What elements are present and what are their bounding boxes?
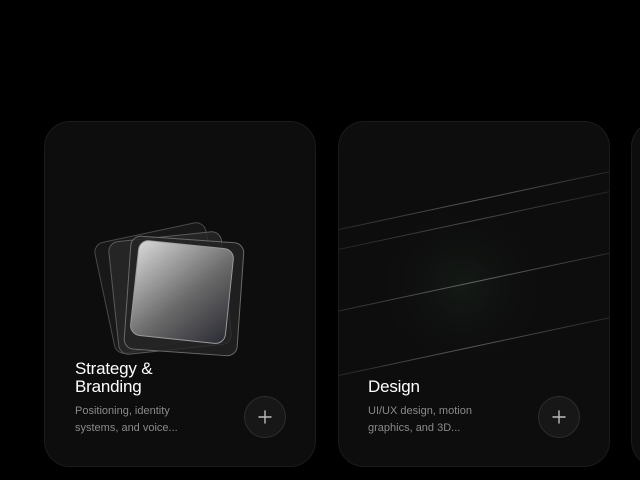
card-title-line: Design — [368, 377, 420, 396]
card-description-line: graphics, and 3D... — [368, 422, 461, 434]
services-carousel: Strategy & Branding Positioning, identit… — [0, 0, 640, 480]
card-title: Strategy & Branding — [75, 359, 153, 396]
service-card-next[interactable] — [631, 121, 640, 467]
card-title-line: Branding — [75, 377, 142, 396]
expand-button[interactable] — [244, 396, 286, 438]
expand-button[interactable] — [538, 396, 580, 438]
card-description: UI/UX design, motion graphics, and 3D... — [368, 403, 508, 437]
service-card-design[interactable]: Design UI/UX design, motion graphics, an… — [338, 121, 610, 467]
plus-icon — [552, 410, 566, 424]
card-description: Positioning, identity systems, and voice… — [75, 403, 215, 437]
card-title-line: Strategy & — [75, 359, 153, 378]
card-description-line: UI/UX design, motion — [368, 405, 472, 417]
service-card-strategy-branding[interactable]: Strategy & Branding Positioning, identit… — [44, 121, 316, 467]
card-description-line: systems, and voice... — [75, 422, 178, 434]
card-description-line: Positioning, identity — [75, 405, 170, 417]
plus-icon — [258, 410, 272, 424]
card-title: Design — [368, 378, 420, 396]
